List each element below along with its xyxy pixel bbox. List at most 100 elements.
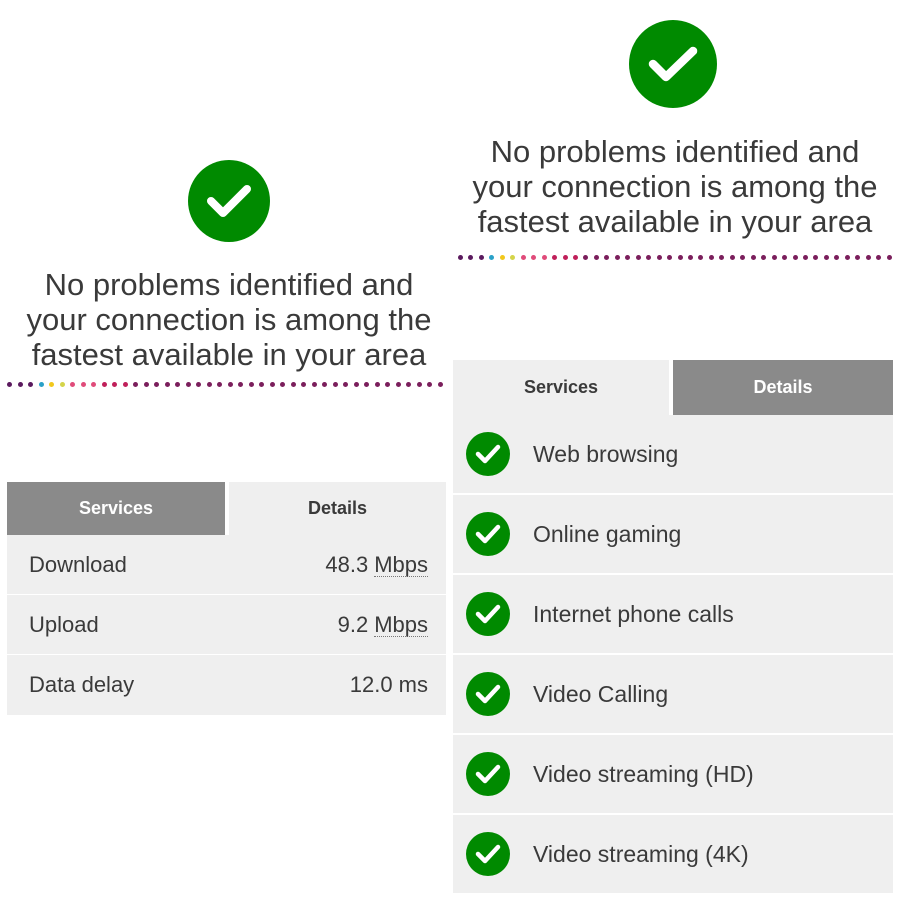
divider-dot	[855, 254, 861, 260]
divider-dot	[740, 254, 746, 260]
divider-dot	[416, 381, 422, 387]
headline-line: your connection is among the	[472, 169, 878, 204]
divider-dot	[531, 254, 537, 260]
tab-services[interactable]: Services	[7, 482, 225, 535]
row-value: 48.3 Mbps	[325, 552, 428, 578]
divider-dot	[823, 254, 829, 260]
check-circle-icon	[466, 592, 510, 636]
service-label: Video streaming (4K)	[533, 840, 749, 867]
divider-dot	[59, 381, 65, 387]
divider-dot	[667, 254, 673, 260]
divider-dot	[614, 254, 620, 260]
divider-dot	[364, 381, 369, 387]
headline-line: your connection is among the	[26, 302, 432, 337]
divider-dot	[91, 381, 96, 387]
divider-dot	[353, 381, 359, 387]
value-number: 9.2	[337, 611, 369, 637]
divider-dot	[572, 254, 578, 260]
speed-test-comparison: No problems identified and your connecti…	[0, 0, 900, 900]
headline-line: fastest available in your area	[477, 204, 873, 239]
services-list: Web browsing Online gaming Internet phon…	[453, 415, 893, 895]
check-circle-icon	[466, 432, 510, 476]
service-row-online-gaming: Online gaming	[453, 495, 893, 573]
status-headline: No problems identified and your connecti…	[0, 267, 458, 372]
divider-dot	[406, 381, 411, 387]
divider-dot	[834, 254, 840, 260]
divider-dot	[343, 381, 348, 387]
service-row-video-streaming-4k: Video streaming (4K)	[453, 815, 893, 893]
divider-dot	[865, 254, 871, 260]
headline-line: No problems identified and	[490, 134, 860, 169]
divider-dot	[771, 254, 777, 260]
unit-abbreviation[interactable]: Mbps	[374, 553, 428, 577]
service-label: Video streaming (HD)	[533, 760, 754, 787]
divider-dot	[604, 254, 610, 260]
divider-dot	[458, 254, 463, 260]
divider-dot	[290, 381, 296, 387]
headline-line: No problems identified and	[44, 267, 414, 302]
tab-services[interactable]: Services	[453, 360, 669, 415]
check-circle-icon	[466, 512, 510, 556]
details-row-data-delay: Data delay 12.0 ms	[7, 655, 446, 715]
divider-dot	[395, 381, 401, 387]
divider-dot	[687, 254, 693, 260]
headline-line: fastest available in your area	[31, 337, 427, 372]
divider-dot	[625, 254, 631, 260]
divider-dot	[101, 381, 107, 387]
divider-dot	[143, 381, 149, 387]
divider-dot	[729, 254, 735, 260]
divider-dot	[70, 381, 75, 387]
divider-dot	[427, 381, 432, 387]
divider-dot	[280, 381, 285, 387]
service-row-video-streaming-hd: Video streaming (HD)	[453, 735, 893, 813]
divider-dot	[802, 254, 808, 260]
divider-dot	[28, 381, 33, 387]
divider-dot	[552, 254, 558, 260]
divider-dot	[520, 254, 526, 260]
divider-dot	[259, 381, 264, 387]
tab-details[interactable]: Details	[229, 482, 446, 535]
divider-dot	[311, 381, 317, 387]
divider-dot	[164, 381, 170, 387]
divider-dot	[17, 381, 23, 387]
status-headline: No problems identified and your connecti…	[450, 134, 900, 239]
divider-dot	[374, 381, 380, 387]
divider-dot	[185, 381, 191, 387]
value-number: 48.3	[325, 551, 369, 577]
divider-dot	[635, 254, 641, 260]
divider-dot	[677, 254, 683, 260]
divider-dot	[385, 381, 390, 387]
decorative-dot-divider	[458, 254, 892, 260]
divider-dot	[499, 254, 505, 260]
divider-dot	[782, 254, 788, 260]
details-row-upload: Upload 9.2 Mbps	[7, 595, 446, 655]
service-label: Web browsing	[533, 440, 679, 467]
check-circle-icon	[466, 752, 510, 796]
divider-dot	[122, 381, 128, 387]
unit-abbreviation[interactable]: Mbps	[374, 613, 428, 637]
service-row-web-browsing: Web browsing	[453, 415, 893, 493]
divider-dot	[583, 254, 589, 260]
divider-dot	[154, 381, 159, 387]
tab-details[interactable]: Details	[673, 360, 893, 415]
divider-dot	[656, 254, 662, 260]
value-number: 12.0 ms	[349, 672, 428, 697]
divider-dot	[227, 381, 233, 387]
divider-dot	[238, 381, 243, 387]
divider-dot	[792, 254, 798, 260]
divider-dot	[468, 254, 474, 260]
divider-dot	[886, 254, 892, 260]
divider-dot	[206, 381, 212, 387]
details-table: Download 48.3 Mbps Upload 9.2 Mbps Data …	[7, 535, 446, 715]
divider-dot	[322, 381, 327, 387]
divider-dot	[38, 381, 44, 387]
divider-dot	[646, 254, 652, 260]
divider-dot	[750, 254, 756, 260]
divider-dot	[7, 381, 12, 387]
divider-dot	[112, 381, 117, 387]
divider-dot	[562, 254, 568, 260]
check-circle-icon	[188, 160, 270, 242]
divider-dot	[49, 381, 54, 387]
divider-dot	[332, 381, 338, 387]
divider-dot	[478, 254, 484, 260]
